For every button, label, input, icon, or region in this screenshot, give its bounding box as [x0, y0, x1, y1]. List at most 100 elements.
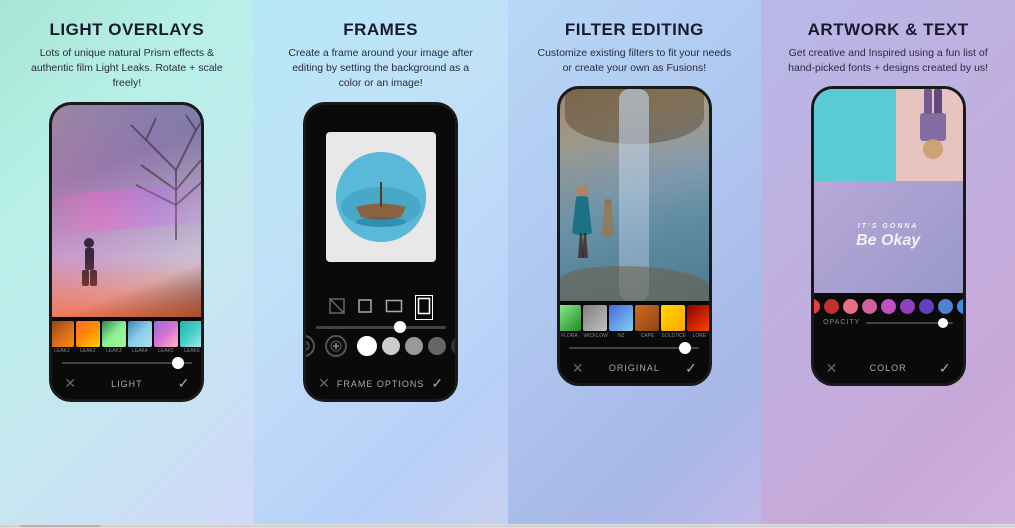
main-container: LIGHT OVERLAYS Lots of unique natural Pr… [0, 0, 1015, 524]
panel-artwork-text: ARTWORK & TEXT Get creative and Inspired… [761, 0, 1015, 524]
phone-3-bg [560, 89, 709, 301]
film-thumb-5[interactable] [154, 321, 178, 347]
panel-3-desc: Customize existing filters to fit your n… [534, 46, 734, 76]
filter-thumb-wicklow[interactable] [583, 305, 607, 331]
color-violet[interactable] [900, 299, 915, 314]
filter-thumb-cape[interactable] [635, 305, 659, 331]
panel-2-desc: Create a frame around your image after e… [281, 46, 481, 92]
phone-mockup-4: IT'S GONNA Be Okay [811, 86, 966, 386]
phone-2-screen [306, 105, 455, 289]
filter-slider[interactable] [569, 343, 699, 354]
light-leak-gradient [52, 257, 201, 317]
film-label-2: LEAK2 [76, 348, 100, 354]
phone-mockup-1: LEAK1 LEAK2 LEAK3 LEAK4 LEAK5 LEAK6 ✕ LI… [49, 102, 204, 402]
filter-thumb-nz[interactable] [609, 305, 633, 331]
color-indigo[interactable] [919, 299, 934, 314]
phone-1-bg [52, 105, 201, 317]
filter-thumb-flora[interactable] [557, 305, 581, 331]
close-icon-2[interactable]: ✕ [318, 375, 330, 392]
frame-circle-image [336, 152, 426, 242]
panel-light-overlays: LIGHT OVERLAYS Lots of unique natural Pr… [0, 0, 254, 524]
color-blue[interactable] [938, 299, 953, 314]
confirm-icon[interactable]: ✓ [178, 375, 190, 392]
filter-label-4: CAPE [635, 333, 659, 339]
bottom-label-4: COLOR [870, 363, 907, 373]
color-dark-red[interactable] [824, 299, 839, 314]
wide-square-icon[interactable] [385, 298, 403, 317]
film-thumb-6[interactable] [180, 321, 204, 347]
scroll-track [0, 525, 1015, 527]
slider-thumb[interactable] [172, 357, 184, 369]
phone-2-bg [306, 105, 455, 289]
film-strip-1: LEAK1 LEAK2 LEAK3 LEAK4 LEAK5 LEAK6 [52, 317, 201, 369]
filter-label-3: NZ [609, 333, 633, 339]
color-red[interactable] [811, 299, 820, 314]
film-labels: LEAK1 LEAK2 LEAK3 LEAK4 LEAK5 LEAK6 [50, 347, 204, 356]
slash-shape-icon[interactable] [329, 298, 345, 317]
scroll-indicator [0, 524, 1015, 528]
color-light-blue[interactable] [957, 299, 966, 314]
phone-3-screen [560, 89, 709, 301]
film-label-1: LEAK1 [50, 348, 74, 354]
frame-container [326, 132, 436, 262]
film-label-5: LEAK5 [154, 348, 178, 354]
film-thumb-1[interactable] [50, 321, 74, 347]
panel-2-title: FRAMES [343, 20, 418, 40]
close-icon[interactable]: ✕ [64, 375, 76, 392]
filter-slider-thumb[interactable] [679, 342, 691, 354]
tall-square-icon[interactable] [415, 295, 433, 320]
film-label-4: LEAK4 [128, 348, 152, 354]
phone-mockup-2: ✕ FRAME OPTIONS ✓ [303, 102, 458, 402]
frame-slider[interactable] [316, 326, 446, 329]
frame-slider-thumb[interactable] [394, 321, 406, 333]
filter-label-5: SOLSTICE [661, 333, 685, 339]
color-dot-gray[interactable] [405, 337, 423, 355]
confirm-icon-4[interactable]: ✓ [939, 360, 951, 377]
cyan-block [814, 89, 896, 181]
color-purple[interactable] [881, 299, 896, 314]
filter-label-2: WICKLOW [583, 333, 607, 339]
phone-2-bottom-bar: ✕ FRAME OPTIONS ✓ [306, 369, 455, 399]
color-hot-pink[interactable] [862, 299, 877, 314]
confirm-icon-3[interactable]: ✓ [685, 360, 697, 377]
color-dot-darkest[interactable] [451, 337, 459, 355]
add-action-icon[interactable] [325, 335, 347, 357]
square-shape-icon[interactable] [357, 298, 373, 317]
film-thumb-3[interactable] [102, 321, 126, 347]
bottom-label-1: LIGHT [111, 379, 143, 389]
panel-3-title: FILTER EDITING [565, 20, 704, 40]
close-icon-3[interactable]: ✕ [572, 360, 584, 377]
brightness-slider[interactable] [62, 358, 192, 369]
color-dot-darkgray[interactable] [428, 337, 446, 355]
panel-1-desc: Lots of unique natural Prism effects & a… [27, 46, 227, 92]
phone-4-controls: OPACITY [814, 293, 963, 353]
panel-frames: FRAMES Create a frame around your image … [254, 0, 508, 524]
close-icon-4[interactable]: ✕ [826, 360, 838, 377]
filter-thumb-solstice[interactable] [661, 305, 685, 331]
artwork-text-block: IT'S GONNA Be Okay [856, 222, 920, 252]
color-pink[interactable] [843, 299, 858, 314]
color-dot-lightgray[interactable] [382, 337, 400, 355]
confirm-icon-2[interactable]: ✓ [431, 375, 443, 392]
phone-2-controls [306, 289, 455, 369]
artwork-top-half [814, 89, 963, 181]
filter-thumb-lore[interactable] [687, 305, 711, 331]
artwork-bottom-half: IT'S GONNA Be Okay [814, 181, 963, 293]
film-thumb-2[interactable] [76, 321, 100, 347]
panel-4-desc: Get creative and Inspired using a fun li… [788, 46, 988, 76]
crop-action-icon[interactable] [303, 335, 315, 357]
panel-1-title: LIGHT OVERLAYS [50, 20, 205, 40]
filter-thumbs [557, 305, 711, 331]
bottom-label-3: ORIGINAL [609, 363, 660, 373]
panel-filter-editing: FILTER EDITING Customize existing filter… [508, 0, 762, 524]
upside-person-icon [908, 89, 958, 159]
color-dot-white[interactable] [357, 336, 377, 356]
phone-4-bg: IT'S GONNA Be Okay [814, 89, 963, 293]
opacity-slider-thumb[interactable] [938, 318, 948, 328]
phone-4-screen: IT'S GONNA Be Okay [814, 89, 963, 293]
film-thumb-4[interactable] [128, 321, 152, 347]
film-thumbnails [50, 321, 204, 347]
opacity-slider[interactable] [866, 322, 953, 324]
artwork-line1: IT'S GONNA [856, 222, 920, 231]
color-palette [811, 299, 966, 314]
